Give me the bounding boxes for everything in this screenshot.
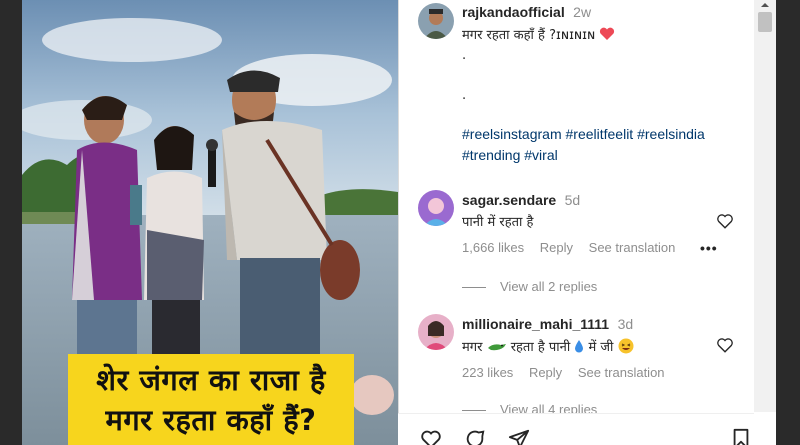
post-header: rajkandaofficial 2w bbox=[462, 4, 591, 22]
post-time[interactable]: 2w bbox=[573, 4, 591, 20]
video-caption-line-1: शेर जंगल का राजा है bbox=[96, 363, 326, 397]
scrollbar-thumb[interactable] bbox=[758, 12, 772, 32]
comments-scrollbar[interactable] bbox=[754, 0, 776, 412]
author-username[interactable]: rajkandaofficial bbox=[462, 4, 565, 20]
comment-reply-button[interactable]: Reply bbox=[540, 240, 573, 255]
comment-header: sagar.sendare 5d bbox=[462, 192, 580, 210]
comment-reply-button[interactable]: Reply bbox=[529, 365, 562, 380]
comment-text-part: में जी bbox=[588, 340, 618, 355]
comment-likes[interactable]: 1,666 likes bbox=[462, 240, 524, 255]
reel-video[interactable]: शेर जंगल का राजा है मगर रहता कहाँ हैं? bbox=[22, 0, 398, 445]
share-icon[interactable] bbox=[506, 428, 532, 445]
hashtags-line-1[interactable]: #reelsinstagram #reelitfeelit #reelsindi… bbox=[462, 126, 705, 142]
scroll-up-arrow-icon[interactable] bbox=[754, 0, 776, 10]
comment-likes[interactable]: 223 likes bbox=[462, 365, 513, 380]
post-caption: मगर रहता कहाँ हैं ?ɪɴɪɴɪɴ bbox=[462, 25, 615, 43]
laughing-face-emoji-icon bbox=[618, 338, 634, 354]
post-action-bar bbox=[398, 413, 754, 445]
comment-translate-link[interactable]: See translation bbox=[589, 240, 676, 255]
comment-time[interactable]: 5d bbox=[565, 192, 581, 208]
like-comment-heart-icon[interactable] bbox=[716, 212, 734, 230]
comment-meta: 223 likes Reply See translation bbox=[462, 365, 677, 380]
author-avatar[interactable] bbox=[418, 3, 454, 39]
caption-dot-2: . bbox=[462, 88, 467, 103]
window-frame-right bbox=[776, 0, 800, 445]
crocodile-emoji-icon bbox=[487, 344, 506, 351]
caption-dot-1: . bbox=[462, 48, 467, 63]
comment-meta: 1,666 likes Reply See translation bbox=[462, 240, 687, 255]
comment-text: मगर रहता है पानी में जी bbox=[462, 337, 634, 355]
window-frame-left bbox=[0, 0, 22, 445]
comment-time[interactable]: 3d bbox=[618, 316, 634, 332]
comment-text: पानी में रहता है bbox=[462, 215, 534, 230]
video-caption-line-2: मगर रहता कहाँ हैं? bbox=[105, 403, 317, 437]
water-drop-emoji-icon bbox=[575, 340, 584, 353]
comment-text-part: मगर bbox=[462, 340, 483, 355]
comment-text-part: रहता है पानी bbox=[510, 340, 571, 355]
comment-more-options-icon[interactable]: ••• bbox=[700, 240, 718, 256]
comment-header: millionaire_mahi_1111 3d bbox=[462, 316, 633, 334]
comment-icon[interactable] bbox=[462, 428, 488, 445]
red-heart-icon bbox=[600, 27, 615, 40]
comment-username[interactable]: sagar.sendare bbox=[462, 192, 556, 208]
post-caption-text: मगर रहता कहाँ हैं ?ɪɴɪɴɪɴ bbox=[462, 28, 596, 43]
video-caption-box: शेर जंगल का राजा है मगर रहता कहाँ हैं? bbox=[68, 354, 354, 445]
commenter-avatar[interactable] bbox=[418, 190, 454, 226]
heart-icon[interactable] bbox=[418, 428, 444, 445]
hashtags-line-2[interactable]: #trending #viral bbox=[462, 147, 558, 163]
commenter-avatar[interactable] bbox=[418, 314, 454, 350]
bookmark-icon[interactable] bbox=[730, 428, 752, 445]
comment-translate-link[interactable]: See translation bbox=[578, 365, 665, 380]
comment-username[interactable]: millionaire_mahi_1111 bbox=[462, 316, 609, 332]
view-replies-link[interactable]: View all 2 replies bbox=[462, 279, 597, 294]
like-comment-heart-icon[interactable] bbox=[716, 336, 734, 354]
